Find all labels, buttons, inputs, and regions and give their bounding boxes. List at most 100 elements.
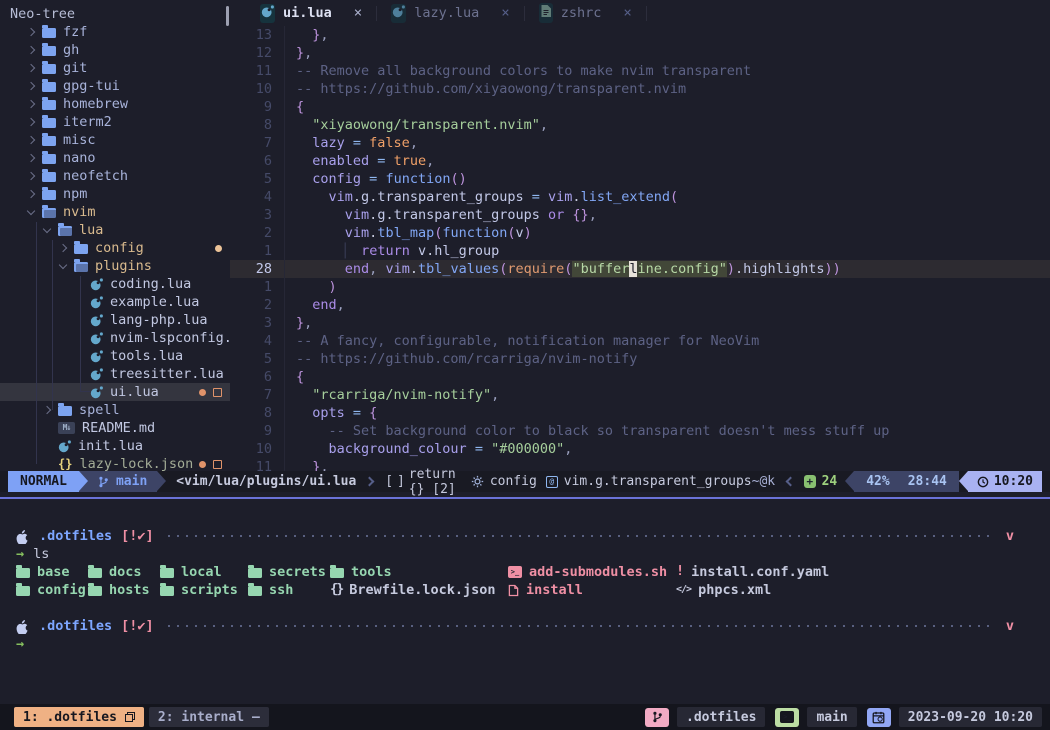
code-token: , — [564, 441, 572, 457]
modified-square-icon — [213, 388, 222, 397]
ls-entry-label: add-submodules.sh — [529, 563, 667, 581]
close-tab-button[interactable]: × — [623, 5, 631, 21]
code-token: {} — [572, 207, 588, 223]
code-token: ▏ — [345, 243, 353, 259]
tree-item-init-lua[interactable]: init.lua — [0, 437, 230, 455]
tree-item-config[interactable]: config — [0, 239, 230, 257]
calendar-icon-chip — [867, 708, 891, 727]
tree-item-lazy-lock-json[interactable]: {}lazy-lock.json — [0, 455, 230, 471]
code-line[interactable]: 6{ — [230, 368, 1050, 386]
line-number: 8 — [230, 404, 284, 422]
prompt-collapse-arrow: v — [1006, 527, 1014, 545]
code-token: . — [385, 207, 393, 223]
code-line[interactable]: 4-- A fancy, configurable, notification … — [230, 332, 1050, 350]
tree-item-misc[interactable]: misc — [0, 131, 230, 149]
close-tab-button[interactable]: × — [501, 5, 509, 21]
tree-item-label: lazy-lock.json — [79, 455, 193, 471]
tree-item-example-lua[interactable]: example.lua — [0, 293, 230, 311]
tree-item-gh[interactable]: gh — [0, 41, 230, 59]
braces-icon: {} — [330, 583, 342, 597]
code-line[interactable]: 5 config = function() — [230, 170, 1050, 188]
tree-item-ui-lua[interactable]: ui.lua — [0, 383, 230, 401]
tree-item-nano[interactable]: nano — [0, 149, 230, 167]
code-line[interactable]: 7 "rcarriga/nvim-notify", — [230, 386, 1050, 404]
tree-item-iterm2[interactable]: iterm2 — [0, 113, 230, 131]
code-token: = — [345, 405, 369, 421]
tree-item-tools-lua[interactable]: tools.lua — [0, 347, 230, 365]
tree-item-readme-md[interactable]: M↓README.md — [0, 419, 230, 437]
code-token: () — [450, 171, 466, 187]
tmux-window-1-dotfiles[interactable]: 1: .dotfiles — [14, 707, 144, 727]
prompt-cwd: .dotfiles — [39, 527, 112, 545]
line-number: 4 — [230, 188, 284, 206]
tree-item-npm[interactable]: npm — [0, 185, 230, 203]
close-tab-button[interactable]: × — [354, 5, 362, 21]
code-line[interactable]: 8 opts = { — [230, 404, 1050, 422]
code-token: true — [394, 153, 427, 169]
tab-zshrc[interactable]: zshrc× — [525, 0, 646, 26]
tree-indent-guide — [36, 222, 37, 464]
shell-input-line[interactable]: → — [16, 635, 1014, 653]
tree-item-label: tools.lua — [110, 347, 183, 365]
code-line-text: }, — [284, 314, 1050, 332]
code-line[interactable]: 2 end, — [230, 296, 1050, 314]
folder-icon — [88, 567, 102, 578]
code-token: } — [296, 45, 304, 61]
code-line[interactable]: 2 vim.tbl_map(function(v) — [230, 224, 1050, 242]
code-token: "rcarriga/nvim-notify" — [312, 387, 491, 403]
code-line[interactable]: 1 ▏ return v.hl_group — [230, 242, 1050, 260]
code-token: tbl_map — [377, 225, 434, 241]
tmux-window-flag: – — [252, 710, 260, 725]
tree-item-coding-lua[interactable]: coding.lua — [0, 275, 230, 293]
tree-item-git[interactable]: git — [0, 59, 230, 77]
code-line[interactable]: 9 -- Set background color to black so tr… — [230, 422, 1050, 440]
code-line[interactable]: 28 end, vim.tbl_values(require("bufferli… — [230, 260, 1050, 278]
ls-entry-label: install.conf.yaml — [691, 563, 829, 581]
folder-closed-icon — [42, 27, 56, 38]
code-line[interactable]: 5-- https://github.com/rcarriga/nvim-not… — [230, 350, 1050, 368]
tree-item-treesitter-lua[interactable]: treesitter.lua — [0, 365, 230, 383]
code-area[interactable]: 13 },12},11-- Remove all background colo… — [230, 26, 1050, 471]
tree-item-label: coding.lua — [110, 275, 191, 293]
code-line[interactable]: 3}, — [230, 314, 1050, 332]
code-line[interactable]: 7 lazy = false, — [230, 134, 1050, 152]
line-number: 11 — [230, 62, 284, 80]
code-line[interactable]: 1 ) — [230, 278, 1050, 296]
tree-item-homebrew[interactable]: homebrew — [0, 95, 230, 113]
code-line[interactable]: 6 enabled = true, — [230, 152, 1050, 170]
ls-entry-label: scripts — [181, 581, 238, 599]
tree-item-lua[interactable]: lua — [0, 221, 230, 239]
file-icon — [508, 584, 519, 597]
code-token — [296, 261, 345, 277]
tree-item-spell[interactable]: spell — [0, 401, 230, 419]
code-line[interactable]: 13 }, — [230, 26, 1050, 44]
tree-item-label: iterm2 — [63, 113, 112, 131]
code-line[interactable]: 10 background_colour = "#000000", — [230, 440, 1050, 458]
tmux-window-2-internal[interactable]: 2: internal– — [149, 707, 269, 727]
code-line[interactable]: 8 "xiyaowong/transparent.nvim", — [230, 116, 1050, 134]
code-line[interactable]: 4 vim.g.transparent_groups = vim.list_ex… — [230, 188, 1050, 206]
tree-item-lang-php-lua[interactable]: lang-php.lua — [0, 311, 230, 329]
tree-item-label: README.md — [82, 419, 155, 437]
tab-ui-lua[interactable]: ui.lua× — [246, 0, 376, 26]
tree-indent-guide — [80, 276, 81, 392]
neotree-scrollbar[interactable] — [226, 6, 229, 26]
tree-item-fzf[interactable]: fzf — [0, 23, 230, 41]
tree-item-gpg-tui[interactable]: gpg-tui — [0, 77, 230, 95]
code-token: , — [491, 387, 499, 403]
tab-lazy-lua[interactable]: lazy.lua× — [377, 0, 523, 26]
code-line[interactable]: 9{ — [230, 98, 1050, 116]
tree-item-nvim[interactable]: nvim — [0, 203, 230, 221]
code-token: require — [507, 261, 564, 277]
tree-item-neofetch[interactable]: neofetch — [0, 167, 230, 185]
code-line-text: lazy = false, — [284, 134, 1050, 152]
code-line[interactable]: 12}, — [230, 44, 1050, 62]
tree-item-plugins[interactable]: plugins — [0, 257, 230, 275]
tree-item-nvim-lspconfig-[interactable]: nvim-lspconfig. — [0, 329, 230, 347]
tree-item-label: ui.lua — [110, 383, 159, 401]
code-line[interactable]: 10-- https://github.com/xiyaowong/transp… — [230, 80, 1050, 98]
code-line[interactable]: 11-- Remove all background colors to mak… — [230, 62, 1050, 80]
code-line[interactable]: 3 vim.g.transparent_groups or {}, — [230, 206, 1050, 224]
folder-icon — [160, 567, 174, 578]
code-line-text: background_colour = "#000000", — [284, 440, 1050, 458]
